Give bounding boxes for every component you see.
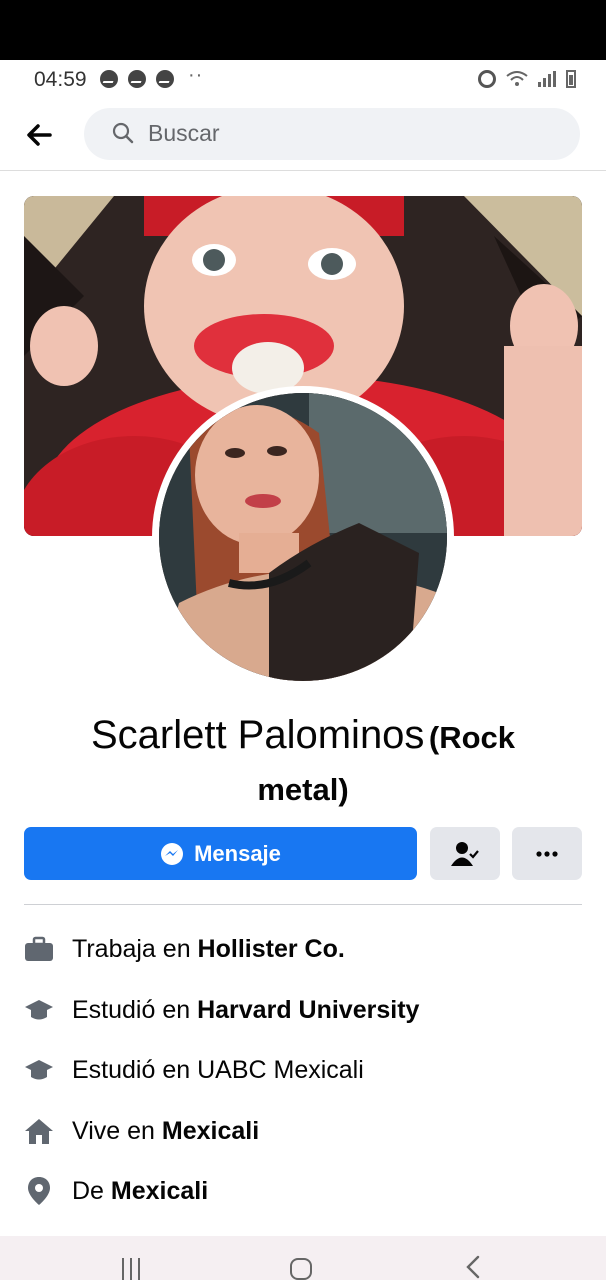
system-back-icon[interactable] [462,1254,486,1280]
profile-picture-image [159,393,447,681]
system-navigation-bar [0,1236,606,1280]
alarm-icon [478,70,496,88]
status-time: 04:59 [34,68,87,91]
intro-lives-city[interactable]: Mexicali [162,1117,259,1145]
location-pin-icon [24,1176,54,1206]
more-notifications-indicator: ·· [188,64,204,86]
intro-from-city[interactable]: Mexicali [111,1177,208,1205]
intro-education-2-text: Estudió en UABC Mexicali [72,1055,364,1084]
search-icon [112,122,134,144]
messenger-icon [128,70,146,88]
battery-icon [566,70,576,88]
back-arrow-icon[interactable] [22,118,58,152]
intro-item-lives: Vive en Mexicali [24,1111,584,1151]
messenger-icon [100,70,118,88]
friend-check-icon [451,841,479,866]
graduation-cap-icon [24,1055,54,1085]
graduation-cap-icon [24,995,54,1025]
profile-picture[interactable] [159,393,447,681]
briefcase-icon [24,934,54,964]
message-button[interactable]: Mensaje [24,827,417,880]
top-black-bar [0,0,606,60]
search-input[interactable]: Buscar [84,108,580,160]
message-button-label: Mensaje [194,840,281,866]
profile-name-text: Scarlett Palominos [90,713,425,757]
intro-work-employer[interactable]: Hollister Co. [198,935,345,963]
section-divider [24,904,582,905]
profile-name: Scarlett Palominos (Rock metal) [30,712,576,819]
intro-item-from: De Mexicali [24,1171,584,1211]
home-icon [24,1116,54,1146]
wifi-icon [506,71,528,86]
status-bar: 04:59 ·· [0,60,606,100]
intro-education-1-school[interactable]: Harvard University [197,996,419,1024]
search-placeholder: Buscar [148,120,220,146]
more-options-button[interactable] [512,827,582,880]
intro-item-education-1: Estudió en Harvard University [24,990,584,1030]
top-navigation: Buscar [0,100,606,171]
signal-icon [538,71,556,87]
intro-education-1-prefix: Estudió en [72,995,198,1024]
intro-item-work: Trabaja en Hollister Co. [24,929,584,969]
profile-nickname-part1: (Rock [428,720,516,755]
home-button[interactable] [290,1258,312,1280]
messenger-icon [156,70,174,88]
intro-work-prefix: Trabaja en [72,934,198,963]
friends-button[interactable] [430,827,500,880]
recent-apps-button[interactable] [122,1258,140,1280]
intro-from-prefix: De [72,1176,111,1205]
intro-item-education-2: Estudió en UABC Mexicali [24,1050,584,1090]
more-dots-icon [536,850,558,857]
messenger-icon [161,842,184,865]
intro-lives-prefix: Vive en [72,1116,162,1145]
profile-nickname-part2: metal) [257,772,349,807]
